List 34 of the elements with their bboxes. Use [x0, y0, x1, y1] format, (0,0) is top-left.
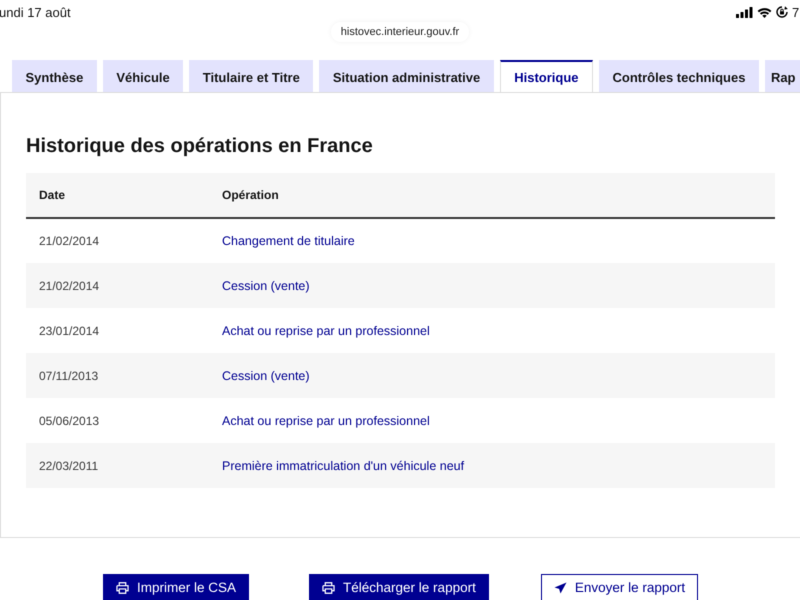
- operation-cell: Cession (vente): [222, 368, 310, 382]
- printer-icon: [116, 582, 129, 594]
- date-cell: 21/02/2014: [39, 234, 100, 248]
- tab[interactable]: Véhicule: [102, 60, 184, 92]
- column-header: Opération: [222, 188, 279, 202]
- tab[interactable]: Historique: [500, 60, 594, 92]
- status-date: undi 17 août: [0, 4, 71, 20]
- signal-icon: [736, 6, 753, 18]
- tab[interactable]: Rap: [764, 60, 800, 92]
- action-button[interactable]: Imprimer le CSA: [103, 574, 250, 600]
- printer-icon: [322, 582, 336, 594]
- arrow-icon: [554, 582, 567, 594]
- date-cell: 05/06/2013: [39, 414, 100, 428]
- action-button[interactable]: Télécharger le rapport: [309, 574, 489, 600]
- tab[interactable]: Contrôles techniques: [599, 60, 759, 92]
- tab[interactable]: Titulaire et Titre: [189, 60, 314, 92]
- operation-cell: Cession (vente): [222, 278, 310, 292]
- action-button[interactable]: Envoyer le rapport: [540, 574, 698, 600]
- tab[interactable]: Situation administrative: [319, 60, 494, 92]
- rotation-lock-icon: [776, 6, 788, 18]
- operation-cell: Achat ou reprise par un professionnel: [222, 324, 430, 338]
- operation-cell: Achat ou reprise par un professionnel: [222, 414, 430, 428]
- url-bar[interactable]: histovec.interieur.gouv.fr: [330, 22, 470, 42]
- operation-cell: Première immatriculation d'un véhicule neuf: [222, 458, 464, 472]
- date-cell: 22/03/2011: [39, 458, 98, 472]
- date-cell: 23/01/2014: [39, 324, 100, 338]
- section-title: Historique des opérations en France: [26, 134, 374, 159]
- battery-percentage: 7: [792, 4, 800, 20]
- wifi-icon: [757, 6, 772, 18]
- operation-cell: Changement de titulaire: [222, 234, 355, 248]
- date-cell: 07/11/2013: [39, 368, 98, 382]
- date-cell: 21/02/2014: [39, 278, 100, 292]
- column-header: Date: [39, 188, 66, 202]
- tab[interactable]: Synthèse: [12, 60, 97, 92]
